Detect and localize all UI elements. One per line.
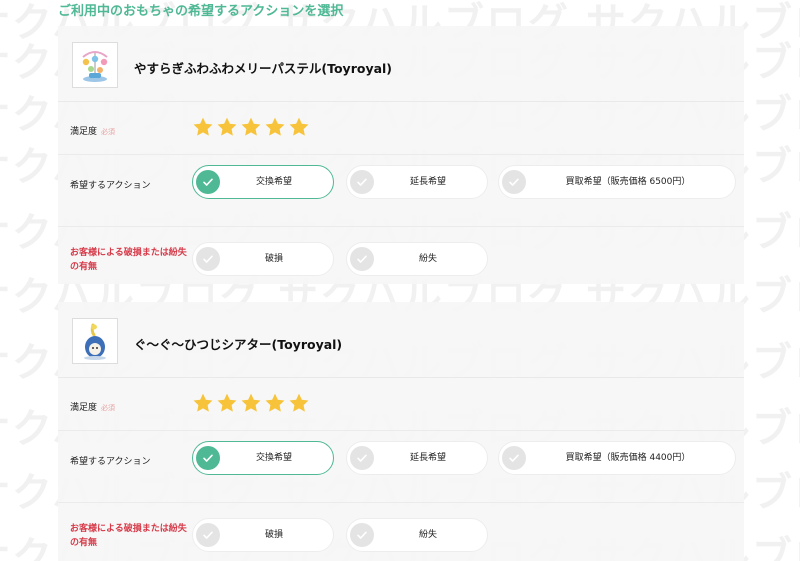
check-icon [350,247,374,271]
satisfaction-label: 満足度 必須 [70,403,116,413]
check-icon [350,446,374,470]
damage-lost-button[interactable]: 紛失 [346,242,488,276]
damage-broken-button[interactable]: 破損 [192,242,334,276]
action-extend-button[interactable]: 延長希望 [346,441,488,475]
check-icon [196,523,220,547]
action-exchange-button[interactable]: 交換希望 [192,165,334,199]
merry-toy-icon [72,42,118,88]
check-icon [196,247,220,271]
sheep-theater-toy-icon [72,318,118,364]
star-rating[interactable] [192,116,310,138]
desired-action-label: 希望するアクション [70,457,151,467]
action-purchase-button[interactable]: 買取希望（販売価格 6500円） [498,165,736,199]
check-icon [502,170,526,194]
page-heading: ご利用中のおもちゃの希望するアクションを選択 [58,4,344,19]
star-icon[interactable] [216,392,238,414]
divider [58,502,744,503]
divider [58,154,744,155]
divider [58,430,744,431]
required-hint: 必須 [101,404,116,412]
star-icon[interactable] [192,116,214,138]
action-purchase-button[interactable]: 買取希望（販売価格 4400円） [498,441,736,475]
check-icon [502,446,526,470]
check-icon [196,170,220,194]
damage-lost-button[interactable]: 紛失 [346,518,488,552]
damage-broken-button[interactable]: 破損 [192,518,334,552]
action-extend-button[interactable]: 延長希望 [346,165,488,199]
product-card: ぐ〜ぐ〜ひつじシアター(Toyroyal) 満足度 必須 希望するアクション 交換… [58,302,744,561]
damage-loss-label: お客様による破損または紛失 の有無 [70,248,187,272]
product-name: ぐ〜ぐ〜ひつじシアター(Toyroyal) [134,337,343,352]
required-hint: 必須 [101,128,116,136]
check-icon [350,523,374,547]
star-icon[interactable] [240,116,262,138]
check-icon [196,446,220,470]
star-icon[interactable] [264,116,286,138]
star-icon[interactable] [264,392,286,414]
star-icon[interactable] [216,116,238,138]
damage-loss-label: お客様による破損または紛失 の有無 [70,524,187,548]
satisfaction-label: 満足度 必須 [70,127,116,137]
check-icon [350,170,374,194]
product-name: やすらぎふわふわメリーパステル(Toyroyal) [134,61,393,76]
desired-action-label: 希望するアクション [70,181,151,191]
star-icon[interactable] [288,116,310,138]
action-exchange-button[interactable]: 交換希望 [192,441,334,475]
divider [58,226,744,227]
product-card: やすらぎふわふわメリーパステル(Toyroyal) 満足度 必須 希望するアクショ… [58,26,744,284]
product-header: ぐ〜ぐ〜ひつじシアター(Toyroyal) [58,302,744,378]
product-header: やすらぎふわふわメリーパステル(Toyroyal) [58,26,744,102]
star-icon[interactable] [240,392,262,414]
star-rating[interactable] [192,392,310,414]
star-icon[interactable] [192,392,214,414]
star-icon[interactable] [288,392,310,414]
